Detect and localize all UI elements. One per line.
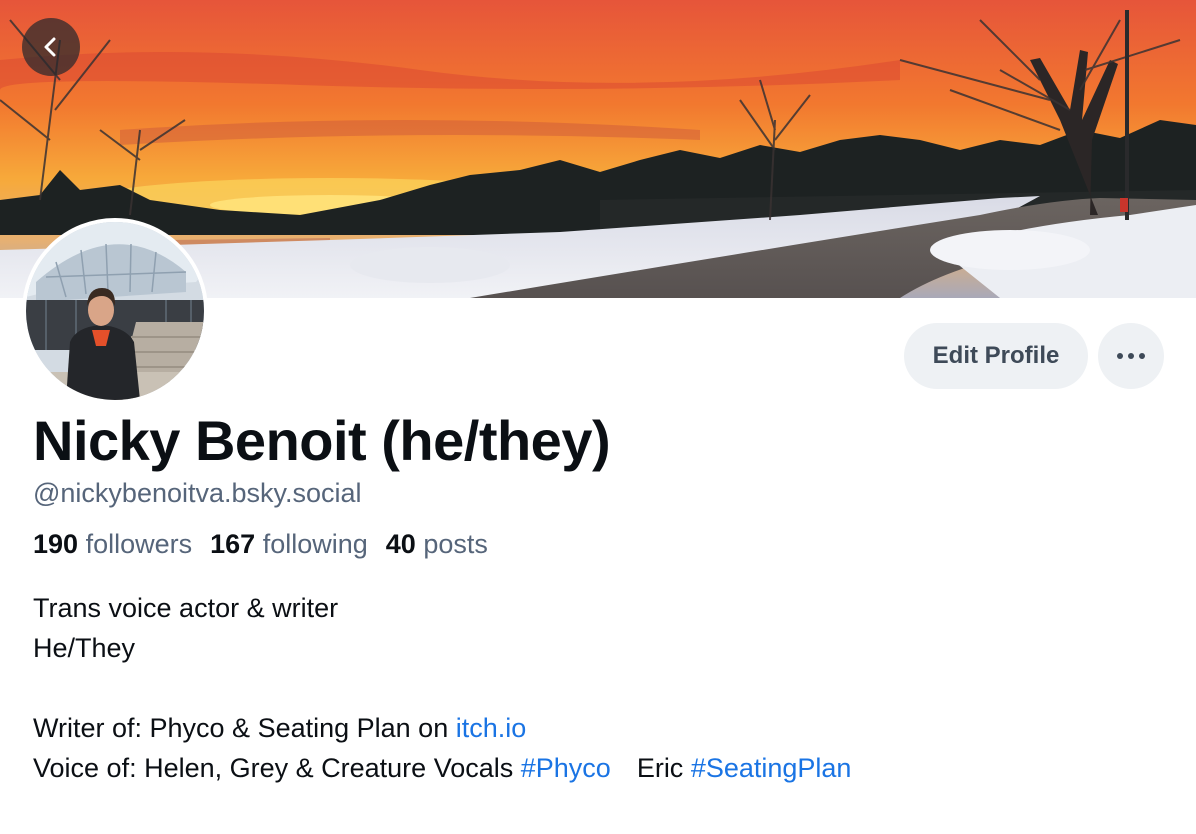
posts-count: 40 (385, 529, 416, 559)
itch-io-link[interactable]: itch.io (456, 713, 527, 743)
posts-label: posts (423, 529, 488, 559)
profile-stats: 190 followers 167 following 40 posts (33, 529, 488, 560)
followers-label: followers (85, 529, 193, 559)
following-stat[interactable]: 167 following (210, 529, 368, 560)
display-name: Nicky Benoit (he/they) (33, 409, 611, 472)
avatar-image (26, 222, 204, 400)
profile-handle: @nickybenoitva.bsky.social (33, 478, 362, 508)
hashtag-phyco-link[interactable]: #Phyco (521, 753, 611, 783)
more-options-button[interactable] (1098, 323, 1164, 389)
profile-bio: Trans voice actor & writer He/They Write… (33, 588, 851, 788)
ellipsis-icon (1117, 353, 1145, 359)
following-count: 167 (210, 529, 256, 559)
back-button[interactable] (22, 18, 80, 76)
chevron-left-icon (44, 37, 56, 57)
followers-count: 190 (33, 529, 79, 559)
posts-stat: 40 posts (386, 529, 488, 560)
bio-blank-line (33, 668, 851, 708)
edit-profile-button[interactable]: Edit Profile (904, 323, 1088, 389)
hashtag-seatingplan-link[interactable]: #SeatingPlan (691, 753, 852, 783)
bio-eric-text: Eric (636, 753, 691, 783)
bio-line-5: Voice of: Helen, Grey & Creature Vocals … (33, 748, 851, 788)
bio-line-1: Trans voice actor & writer (33, 593, 339, 623)
avatar[interactable] (22, 218, 208, 404)
followers-stat[interactable]: 190 followers (33, 529, 192, 560)
bio-writer-text: Writer of: Phyco & Seating Plan on (33, 713, 456, 743)
following-label: following (262, 529, 368, 559)
bio-voice-text: Voice of: Helen, Grey & Creature Vocals (33, 753, 521, 783)
bio-line-2: He/They (33, 633, 136, 663)
bio-line-4: Writer of: Phyco & Seating Plan on itch.… (33, 708, 851, 748)
